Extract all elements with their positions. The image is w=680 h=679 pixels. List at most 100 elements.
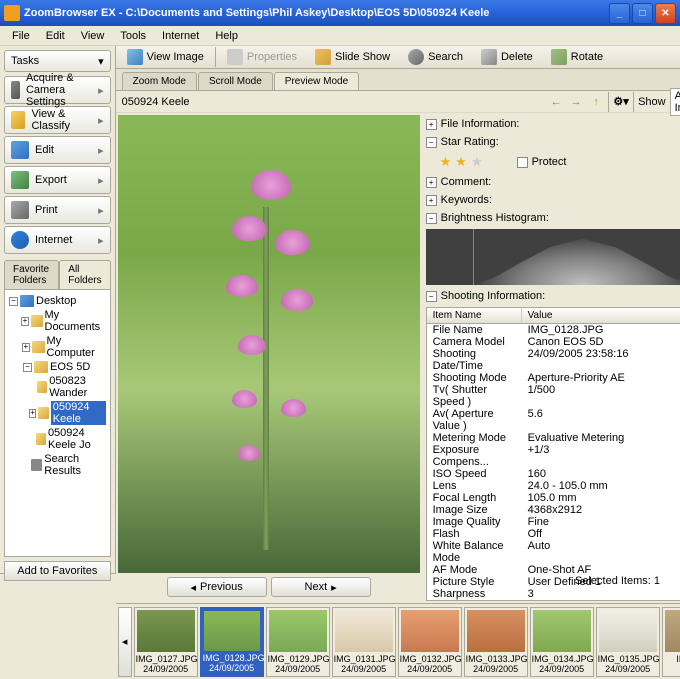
tree-search[interactable]: Search Results (9, 452, 106, 478)
cell-value: 24.0 - 105.0 mm (522, 480, 680, 492)
thumbnail[interactable]: IMG_0133.JPG24/09/2005 (464, 607, 528, 677)
tab-zoom[interactable]: Zoom Mode (122, 72, 197, 90)
btn-label: Previous (200, 581, 243, 593)
strip-left-button[interactable]: ◂ (118, 607, 132, 677)
thumbnail[interactable]: IMG_0127.JPG24/09/2005 (134, 607, 198, 677)
tab-favorite-folders[interactable]: Favorite Folders (4, 260, 59, 289)
tree-desktop[interactable]: −Desktop (9, 294, 106, 308)
star-icon[interactable]: ★ (471, 154, 483, 170)
table-row[interactable]: Lens24.0 - 105.0 mm (427, 480, 680, 492)
thumbnail[interactable]: IMG_0129.JPG24/09/2005 (266, 607, 330, 677)
expand-icon[interactable]: + (22, 343, 30, 352)
collapse-icon[interactable]: − (9, 297, 18, 306)
cell-value: 4368x2912 (522, 504, 680, 516)
table-row[interactable]: Shooting Date/Time24/09/2005 23:58:16 (427, 348, 680, 372)
right-panel: View Image Properties Slide Show Search … (116, 46, 680, 573)
slideshow-button[interactable]: Slide Show (308, 46, 397, 68)
table-row[interactable]: Focal Length105.0 mm (427, 492, 680, 504)
tree-label: Search Results (44, 453, 105, 477)
combo-value: All Images (675, 90, 680, 114)
star-icon[interactable]: ★ (455, 154, 467, 170)
minimize-button[interactable]: _ (609, 3, 630, 24)
search-button[interactable]: Search (401, 46, 470, 68)
expand-icon[interactable]: + (426, 177, 437, 188)
nav-forward-icon[interactable]: → (568, 94, 584, 110)
table-row[interactable]: FlashOff (427, 528, 680, 540)
tree-keele[interactable]: +050924 Keele (9, 400, 106, 426)
thumbnail[interactable]: IMG_0...24/09 (662, 607, 680, 677)
task-print[interactable]: Print▸ (4, 196, 111, 224)
thumb-label: IMG_0132.JPG24/09/2005 (399, 654, 461, 676)
table-row[interactable]: Metering ModeEvaluative Metering (427, 432, 680, 444)
table-row[interactable]: Shooting ModeAperture-Priority AE (427, 372, 680, 384)
expand-icon[interactable]: + (426, 119, 437, 130)
next-button[interactable]: Next▸ (271, 577, 371, 597)
collapse-icon[interactable]: − (426, 137, 437, 148)
close-button[interactable]: ✕ (655, 3, 676, 24)
properties-icon (227, 49, 243, 65)
main-image[interactable] (118, 115, 420, 573)
view-image-button[interactable]: View Image (120, 46, 211, 68)
menu-tools[interactable]: Tools (112, 28, 154, 44)
table-row[interactable]: File NameIMG_0128.JPG (427, 324, 680, 336)
table-row[interactable]: ISO Speed160 (427, 468, 680, 480)
properties-button[interactable]: Properties (220, 46, 304, 68)
table-row[interactable]: Image Size4368x2912 (427, 504, 680, 516)
comment-label: Comment: (441, 176, 492, 188)
menu-internet[interactable]: Internet (154, 28, 207, 44)
table-row[interactable]: White Balance ModeAuto (427, 540, 680, 564)
expand-icon[interactable]: + (426, 195, 437, 206)
nav-up-icon[interactable]: ↑ (588, 94, 604, 110)
thumbnail[interactable]: IMG_0135.JPG24/09/2005 (596, 607, 660, 677)
rotate-button[interactable]: Rotate (544, 46, 610, 68)
table-row[interactable]: Tv( Shutter Speed )1/500 (427, 384, 680, 408)
maximize-button[interactable]: □ (632, 3, 653, 24)
nav-back-icon[interactable]: ← (548, 94, 564, 110)
menu-edit[interactable]: Edit (38, 28, 73, 44)
collapse-icon[interactable]: − (426, 213, 437, 224)
add-favorites-button[interactable]: Add to Favorites (4, 561, 111, 581)
tree-wander[interactable]: 050823 Wander (9, 374, 106, 400)
show-combo[interactable]: All Images (670, 88, 680, 116)
menu-file[interactable]: File (4, 28, 38, 44)
table-row[interactable]: Av( Aperture Value )5.6 (427, 408, 680, 432)
expand-icon[interactable]: + (29, 409, 36, 418)
expand-icon[interactable]: + (21, 317, 29, 326)
previous-button[interactable]: ◂Previous (167, 577, 267, 597)
protect-checkbox[interactable] (517, 157, 528, 168)
thumbnail[interactable]: IMG_0131.JPG24/09/2005 (332, 607, 396, 677)
task-label: Acquire & Camera Settings (26, 72, 92, 108)
task-view-classify[interactable]: View & Classify▸ (4, 106, 111, 134)
collapse-icon[interactable]: − (23, 363, 32, 372)
thumbnail[interactable]: IMG_0132.JPG24/09/2005 (398, 607, 462, 677)
tab-scroll[interactable]: Scroll Mode (198, 72, 273, 90)
table-row[interactable]: Image QualityFine (427, 516, 680, 528)
star-icon[interactable]: ★ (440, 154, 452, 170)
thumbnail[interactable]: IMG_0134.JPG24/09/2005 (530, 607, 594, 677)
cell-value: 24/09/2005 23:58:16 (522, 348, 680, 372)
shooting-info-table[interactable]: Item Name Value File NameIMG_0128.JPGCam… (426, 307, 680, 601)
print-icon (11, 201, 29, 219)
table-row[interactable]: Sharpness3 (427, 588, 680, 600)
tree-mycomp[interactable]: +My Computer (9, 334, 106, 360)
table-row[interactable]: Exposure Compens...+1/3 (427, 444, 680, 468)
folder-tree[interactable]: −Desktop +My Documents +My Computer −EOS… (4, 289, 111, 557)
tasks-header[interactable]: Tasks ▾ (4, 50, 111, 72)
menu-help[interactable]: Help (207, 28, 246, 44)
task-edit[interactable]: Edit▸ (4, 136, 111, 164)
task-export[interactable]: Export▸ (4, 166, 111, 194)
filter-icon[interactable]: ⚙▾ (613, 94, 629, 110)
menu-view[interactable]: View (73, 28, 113, 44)
collapse-icon[interactable]: − (426, 291, 437, 302)
tree-mydocs[interactable]: +My Documents (9, 308, 106, 334)
keywords-label: Keywords: (441, 194, 492, 206)
delete-button[interactable]: Delete (474, 46, 540, 68)
tab-preview[interactable]: Preview Mode (274, 72, 359, 90)
tree-eos5d[interactable]: −EOS 5D (9, 360, 106, 374)
tab-all-folders[interactable]: All Folders (59, 260, 110, 289)
table-row[interactable]: Camera ModelCanon EOS 5D (427, 336, 680, 348)
task-internet[interactable]: Internet▸ (4, 226, 111, 254)
task-acquire[interactable]: Acquire & Camera Settings▸ (4, 76, 111, 104)
thumbnail[interactable]: IMG_0128.JPG24/09/2005 (200, 607, 264, 677)
tree-keele-jo[interactable]: 050924 Keele Jo (9, 426, 106, 452)
